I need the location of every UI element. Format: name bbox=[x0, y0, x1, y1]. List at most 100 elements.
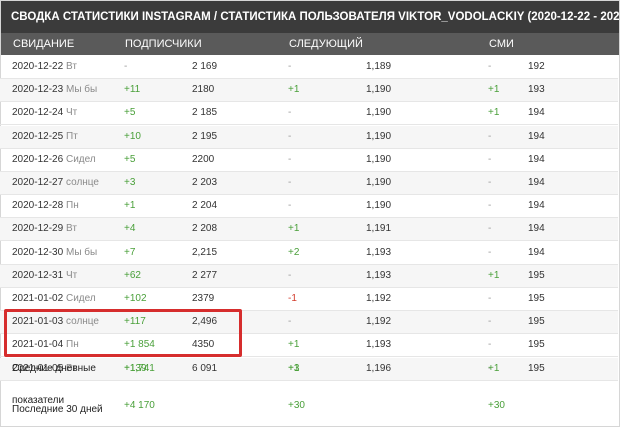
following-total-cell: 1,190 bbox=[366, 107, 392, 119]
weekday-cell: Пт bbox=[66, 130, 78, 142]
following-total-cell: 1,193 bbox=[366, 339, 392, 351]
followers-total-cell: 2 277 bbox=[192, 269, 218, 281]
summary-label: Последние 30 дней bbox=[12, 404, 103, 415]
media-total-cell: 195 bbox=[528, 316, 545, 328]
followers-delta-cell: +5 bbox=[124, 107, 136, 119]
summary-media: +30 bbox=[488, 400, 505, 411]
following-delta-cell: - bbox=[288, 130, 292, 142]
following-total-cell: 1,192 bbox=[366, 293, 392, 304]
table-row: 2020-12-29 Вт +4 2 208 +1 1,191 - 194 bbox=[0, 218, 618, 242]
media-total-cell: 193 bbox=[528, 84, 545, 96]
following-total-cell: 1,190 bbox=[366, 130, 392, 142]
following-total-cell: 1,192 bbox=[366, 316, 392, 328]
weekday-cell: Вт bbox=[66, 223, 77, 235]
following-delta-cell: - bbox=[288, 177, 292, 188]
table-row: 2021-01-02 Сидел +102 2379 -1 1,192 - 195 bbox=[0, 288, 618, 311]
media-delta-cell: - bbox=[488, 153, 492, 165]
weekday-cell: Пн bbox=[66, 200, 79, 212]
summary-followers: +139 bbox=[124, 363, 147, 374]
following-delta-cell: - bbox=[288, 269, 292, 281]
followers-total-cell: 2 185 bbox=[192, 107, 218, 119]
media-total-cell: 195 bbox=[528, 339, 545, 351]
media-delta-cell: - bbox=[488, 177, 492, 188]
summary-media: +1 bbox=[488, 363, 500, 374]
followers-total-cell: 2 169 bbox=[192, 61, 218, 72]
date-cell: 2021-01-02 bbox=[12, 293, 64, 304]
weekday-cell: Сидел bbox=[66, 293, 96, 304]
highlight-box bbox=[4, 309, 242, 357]
weekday-cell: солнце bbox=[66, 177, 99, 188]
table-row: 2020-12-22 Вт - 2 169 - 1,189 - 192 bbox=[0, 56, 618, 79]
table-row: 2020-12-30 Мы бы +7 2,215 +2 1,193 - 194 bbox=[0, 242, 618, 265]
column-header-media[interactable]: СМИ bbox=[489, 33, 514, 55]
media-delta-cell: - bbox=[488, 246, 492, 258]
date-cell: 2020-12-29 bbox=[12, 223, 64, 235]
weekday-cell: Вт bbox=[66, 61, 77, 72]
media-total-cell: 195 bbox=[528, 293, 545, 304]
followers-delta-cell: +7 bbox=[124, 246, 136, 258]
date-cell: 2020-12-31 bbox=[12, 269, 64, 281]
column-header-following[interactable]: СЛЕДУЮЩИЙ bbox=[289, 33, 363, 55]
date-cell: 2020-12-25 bbox=[12, 130, 64, 142]
following-total-cell: 1,190 bbox=[366, 84, 392, 96]
following-delta-cell: - bbox=[288, 200, 292, 212]
following-delta-cell: - bbox=[288, 107, 292, 119]
followers-total-cell: 2 204 bbox=[192, 200, 218, 212]
weekday-cell: Мы бы bbox=[66, 84, 98, 96]
followers-total-cell: 2 208 bbox=[192, 223, 218, 235]
table-row: 2020-12-31 Чт +62 2 277 - 1,193 +1 195 bbox=[0, 264, 618, 288]
table-header: СВИДАНИЕ ПОДПИСЧИКИ СЛЕДУЮЩИЙ СМИ bbox=[1, 33, 619, 55]
table-row: 2020-12-27 солнце +3 2 203 - 1,190 - 194 bbox=[0, 172, 618, 195]
following-delta-cell: +1 bbox=[288, 339, 300, 351]
weekday-cell: Чт bbox=[66, 269, 78, 281]
following-total-cell: 1,190 bbox=[366, 200, 392, 212]
summary-followers: +4 170 bbox=[124, 400, 155, 411]
following-delta-cell: +1 bbox=[288, 84, 300, 96]
date-cell: 2020-12-26 bbox=[12, 153, 64, 165]
column-header-date[interactable]: СВИДАНИЕ bbox=[13, 33, 74, 55]
followers-delta-cell: +102 bbox=[124, 293, 147, 304]
followers-delta-cell: +5 bbox=[124, 153, 136, 165]
media-total-cell: 192 bbox=[528, 61, 545, 72]
media-total-cell: 194 bbox=[528, 200, 545, 212]
following-delta-cell: +1 bbox=[288, 223, 300, 235]
media-delta-cell: - bbox=[488, 316, 492, 328]
following-total-cell: 1,190 bbox=[366, 153, 392, 165]
followers-total-cell: 2,215 bbox=[192, 246, 218, 258]
date-cell: 2020-12-28 bbox=[12, 200, 64, 212]
following-delta-cell: - bbox=[288, 61, 292, 72]
summary-row: показатели Последние 30 дней +4 170 +30 +30 bbox=[0, 394, 618, 422]
following-total-cell: 1,193 bbox=[366, 246, 392, 258]
media-total-cell: 194 bbox=[528, 130, 545, 142]
followers-total-cell: 2 195 bbox=[192, 130, 218, 142]
media-delta-cell: +1 bbox=[488, 84, 500, 96]
media-delta-cell: +1 bbox=[488, 107, 500, 119]
media-total-cell: 194 bbox=[528, 107, 545, 119]
media-total-cell: 194 bbox=[528, 223, 545, 235]
weekday-cell: Мы бы bbox=[66, 246, 98, 258]
summary-label: Средние дневные bbox=[12, 363, 96, 374]
table-row: 2020-12-25 Пт +10 2 195 - 1,190 - 194 bbox=[0, 125, 618, 149]
following-total-cell: 1,191 bbox=[366, 223, 392, 235]
column-header-followers[interactable]: ПОДПИСЧИКИ bbox=[125, 33, 202, 55]
weekday-cell: Сидел bbox=[66, 153, 96, 165]
date-cell: 2020-12-23 bbox=[12, 84, 64, 96]
media-delta-cell: +1 bbox=[488, 269, 500, 281]
following-delta-cell: -1 bbox=[288, 293, 297, 304]
table-row: 2020-12-28 Пн +1 2 204 - 1,190 - 194 bbox=[0, 195, 618, 219]
summary-row: Средние дневные +139 +1 +1 bbox=[0, 362, 618, 390]
date-cell: 2020-12-27 bbox=[12, 177, 64, 188]
date-cell: 2020-12-22 bbox=[12, 61, 64, 72]
media-total-cell: 194 bbox=[528, 177, 545, 188]
summary-following: +1 bbox=[288, 363, 300, 374]
page-title: СВОДКА СТАТИСТИКИ INSTAGRAM / СТАТИСТИКА… bbox=[1, 1, 619, 33]
date-cell: 2020-12-30 bbox=[12, 246, 64, 258]
followers-delta-cell: +4 bbox=[124, 223, 136, 235]
media-delta-cell: - bbox=[488, 200, 492, 212]
following-delta-cell: - bbox=[288, 316, 292, 328]
date-cell: 2020-12-24 bbox=[12, 107, 64, 119]
followers-delta-cell: - bbox=[124, 61, 128, 72]
weekday-cell: Чт bbox=[66, 107, 78, 119]
media-delta-cell: - bbox=[488, 293, 492, 304]
followers-total-cell: 2379 bbox=[192, 293, 215, 304]
